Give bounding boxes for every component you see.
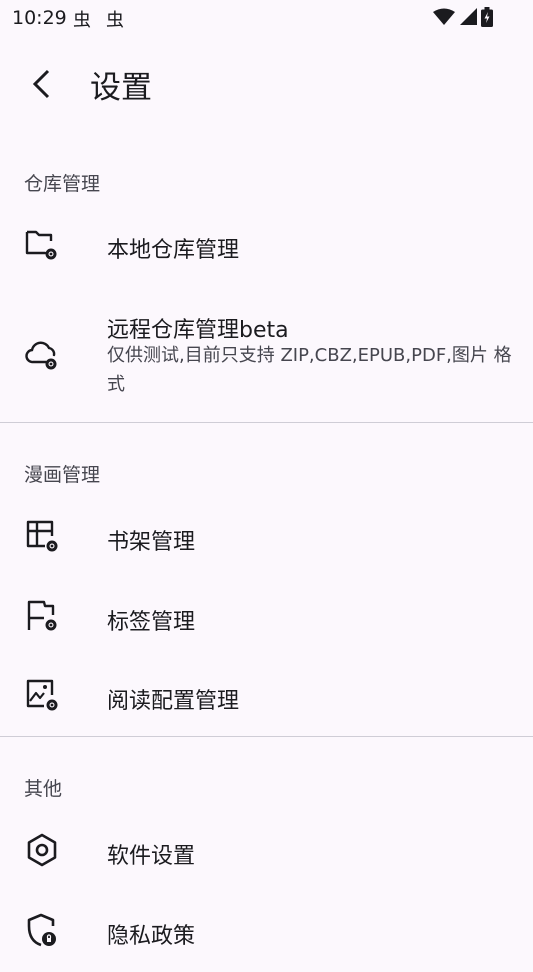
cloud-settings-icon [25, 341, 57, 370]
status-bar: 10:29 虫 虫 [0, 0, 533, 36]
status-icons [433, 7, 493, 27]
settings-item-title: 书架管理 [107, 530, 196, 555]
battery-icon [481, 7, 493, 27]
settings-item-title: 隐私政策 [107, 924, 196, 949]
settings-item-remote-repo[interactable]: 远程仓库管理beta 仅供测试,目前只支持 ZIP,CBZ,EPUB,PDF,图… [0, 300, 533, 410]
settings-item-title: 本地仓库管理 [107, 238, 240, 263]
settings-item-title: 阅读配置管理 [107, 689, 240, 714]
settings-item-bookshelf[interactable]: 书架管理 [0, 498, 533, 578]
section-header-other: 其他 [24, 778, 63, 800]
section-divider [0, 736, 533, 737]
settings-item-title: 软件设置 [107, 844, 196, 869]
section-divider [0, 422, 533, 423]
settings-item-tags[interactable]: 标签管理 [0, 578, 533, 658]
section-header-comic: 漫画管理 [24, 464, 101, 486]
back-arrow-icon [32, 69, 50, 99]
image-settings-icon [26, 679, 58, 711]
settings-item-local-repo[interactable]: 本地仓库管理 [0, 206, 533, 286]
shelf-settings-icon [26, 520, 58, 552]
folder-settings-icon [25, 230, 57, 260]
settings-item-privacy-policy[interactable]: 隐私政策 [0, 892, 533, 972]
status-time: 10:29 [12, 7, 67, 29]
section-header-repository: 仓库管理 [24, 173, 101, 195]
settings-item-app-settings[interactable]: 软件设置 [0, 812, 533, 892]
wifi-icon [433, 8, 455, 25]
shield-privacy-icon [27, 913, 56, 947]
notification-icon: 虫 [106, 10, 124, 31]
page-title: 设置 [90, 70, 152, 106]
settings-item-reading-config[interactable]: 阅读配置管理 [0, 657, 533, 737]
back-button[interactable] [22, 64, 62, 104]
app-bar: 设置 [0, 44, 533, 120]
flag-settings-icon [27, 600, 57, 631]
settings-item-title: 远程仓库管理beta [107, 318, 289, 343]
hexagon-settings-icon [27, 833, 57, 867]
notification-icon: 虫 [73, 10, 91, 31]
settings-item-title: 标签管理 [107, 610, 196, 635]
settings-item-subtitle: 仅供测试,目前只支持 ZIP,CBZ,EPUB,PDF,图片 格式 [107, 345, 512, 395]
signal-icon [460, 8, 477, 25]
